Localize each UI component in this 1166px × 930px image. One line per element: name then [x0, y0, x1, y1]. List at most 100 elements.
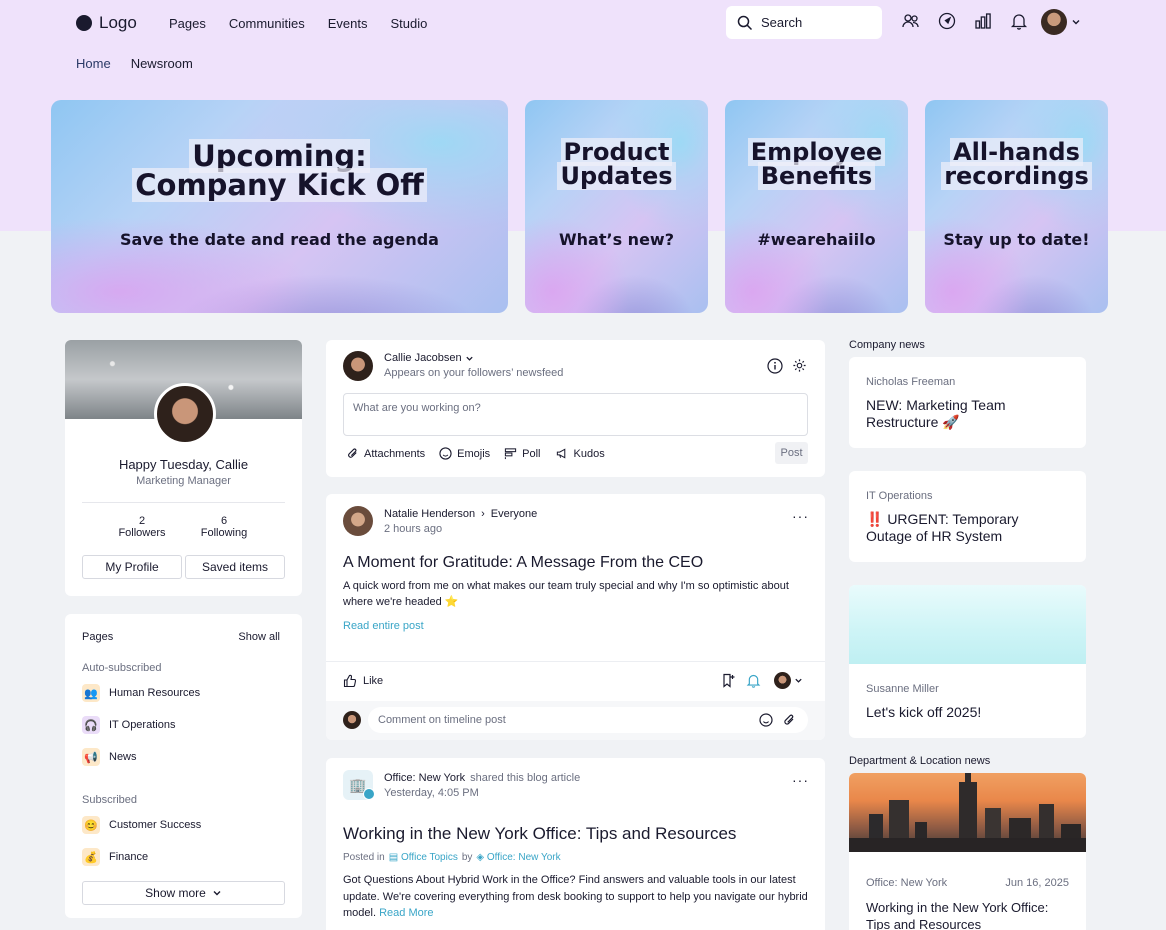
- page-item-human-resources[interactable]: 👥 Human Resources: [82, 684, 200, 702]
- news-card[interactable]: Nicholas Freeman NEW: Marketing Team Res…: [849, 357, 1086, 448]
- news-card[interactable]: Susanne Miller Let's kick off 2025!: [849, 585, 1086, 738]
- page-item-finance[interactable]: 💰 Finance: [82, 848, 148, 866]
- kudos-button[interactable]: Kudos: [555, 447, 605, 460]
- more-options-icon[interactable]: ···: [792, 508, 809, 524]
- people-icon[interactable]: [900, 10, 922, 32]
- post-time: 2 hours ago: [384, 523, 443, 535]
- gear-icon[interactable]: [792, 358, 807, 373]
- dept-news-date: Jun 16, 2025: [1005, 877, 1069, 889]
- banner-all-hands[interactable]: All-hands recordings Stay up to date!: [925, 100, 1108, 313]
- news-title: ‼️ URGENT: Temporary Outage of HR System: [866, 511, 1019, 545]
- paperclip-icon[interactable]: [782, 713, 796, 727]
- news-author: Nicholas Freeman: [866, 376, 956, 388]
- avatar: [343, 351, 373, 381]
- followers-label: Followers: [118, 527, 166, 539]
- auto-subscribed-label: Auto-subscribed: [82, 662, 162, 674]
- post-target[interactable]: Everyone: [491, 508, 537, 520]
- post-action: shared this blog article: [470, 772, 581, 784]
- read-more-link[interactable]: Read More: [379, 907, 433, 919]
- subnav-home[interactable]: Home: [76, 56, 111, 71]
- dept-news-heading: Department & Location news: [849, 755, 991, 767]
- page-item-label: News: [109, 751, 137, 763]
- post-button[interactable]: Post: [775, 442, 808, 464]
- banner-subtitle: #wearehaiilo: [757, 230, 876, 249]
- composer-author[interactable]: Callie Jacobsen: [384, 352, 474, 364]
- post-title[interactable]: Working in the New York Office: Tips and…: [343, 824, 736, 844]
- feed-post-blog: 🏢 Office: New York shared this blog arti…: [326, 758, 825, 930]
- search-input[interactable]: Search: [726, 6, 882, 39]
- composer-input[interactable]: What are you working on?: [343, 393, 808, 436]
- visibility-selector[interactable]: [774, 672, 803, 689]
- analytics-icon[interactable]: [972, 10, 994, 32]
- nav-link-pages[interactable]: Pages: [169, 16, 206, 31]
- show-all-link[interactable]: Show all: [238, 631, 280, 643]
- saved-items-button[interactable]: Saved items: [185, 555, 285, 579]
- comment-placeholder: Comment on timeline post: [378, 714, 506, 726]
- bell-icon[interactable]: [1008, 10, 1030, 32]
- post-time: Yesterday, 4:05 PM: [384, 787, 479, 799]
- post-author[interactable]: Office: New York: [384, 772, 465, 784]
- page-item-news[interactable]: 📢 News: [82, 748, 137, 766]
- attachments-button[interactable]: Attachments: [346, 447, 425, 460]
- like-button[interactable]: Like: [343, 674, 383, 688]
- pages-card: Pages Show all Auto-subscribed 👥 Human R…: [65, 614, 302, 918]
- banner-kickoff[interactable]: Upcoming: Company Kick Off Save the date …: [51, 100, 508, 313]
- post-meta: Posted in ▤ Office Topics by ◈ Office: N…: [343, 852, 561, 863]
- by-author-link[interactable]: ◈ Office: New York: [476, 852, 560, 863]
- navigation-icon[interactable]: [936, 10, 958, 32]
- dept-news-card[interactable]: Office: New York Jun 16, 2025 Working in…: [849, 773, 1086, 930]
- following-stat[interactable]: 6 Following: [194, 515, 254, 539]
- banner-title: All-hands recordings: [925, 138, 1108, 190]
- emoji-icon: [439, 447, 452, 460]
- banner-product-updates[interactable]: Product Updates What’s new?: [525, 100, 708, 313]
- avatar: [1041, 9, 1067, 35]
- news-card[interactable]: IT Operations ‼️ URGENT: Temporary Outag…: [849, 471, 1086, 562]
- banner-subtitle: What’s new?: [559, 230, 674, 249]
- dept-news-title-line: Tips and Resources: [866, 917, 982, 930]
- topic-link[interactable]: ▤ Office Topics: [389, 852, 458, 863]
- support-icon: 🎧: [82, 716, 100, 734]
- news-title-line: Outage of HR System: [866, 528, 1003, 544]
- more-options-icon[interactable]: ···: [792, 772, 809, 788]
- logo[interactable]: Logo: [76, 13, 137, 33]
- nav-link-events[interactable]: Events: [328, 16, 368, 31]
- profile-avatar[interactable]: [154, 383, 216, 445]
- banner-title: Upcoming: Company Kick Off: [51, 139, 508, 202]
- my-profile-button[interactable]: My Profile: [82, 555, 182, 579]
- divider: [82, 502, 285, 503]
- news-title: NEW: Marketing Team Restructure 🚀: [866, 397, 1006, 431]
- post-author[interactable]: Natalie Henderson: [384, 508, 475, 520]
- emojis-button[interactable]: Emojis: [439, 447, 490, 460]
- post-title[interactable]: A Moment for Gratitude: A Message From t…: [343, 554, 703, 572]
- emojis-label: Emojis: [457, 447, 491, 460]
- read-entire-post-link[interactable]: Read entire post: [343, 620, 424, 632]
- post-body: A quick word from me on what makes our t…: [343, 578, 789, 610]
- emoji-icon[interactable]: [759, 713, 773, 727]
- attachments-label: Attachments: [364, 447, 426, 460]
- page-item-customer-success[interactable]: 😊 Customer Success: [82, 816, 201, 834]
- subnav-newsroom[interactable]: Newsroom: [131, 56, 193, 71]
- news-title: Let's kick off 2025!: [866, 704, 982, 720]
- news-title-line: Restructure 🚀: [866, 414, 960, 430]
- info-icon[interactable]: [767, 358, 783, 374]
- page-item-it-operations[interactable]: 🎧 IT Operations: [82, 716, 175, 734]
- bell-icon[interactable]: [746, 673, 761, 688]
- composer-actions: Attachments Emojis Poll Kudos: [346, 447, 605, 460]
- nav-link-studio[interactable]: Studio: [390, 16, 427, 31]
- news-image: [849, 585, 1086, 664]
- comment-input[interactable]: Comment on timeline post: [368, 707, 808, 733]
- composer-audience: Appears on your followers’ newsfeed: [384, 367, 564, 379]
- thumbs-up-icon: [343, 674, 357, 688]
- poll-button[interactable]: Poll: [504, 447, 541, 460]
- user-menu[interactable]: [1041, 9, 1081, 35]
- news-title-line: ‼️ URGENT: Temporary: [866, 511, 1019, 527]
- bookmark-add-icon[interactable]: [721, 673, 736, 688]
- logo-mark: [76, 15, 92, 31]
- banner-employee-benefits[interactable]: Employee Benefits #wearehaiilo: [725, 100, 908, 313]
- nav-link-communities[interactable]: Communities: [229, 16, 305, 31]
- followers-stat[interactable]: 2 Followers: [112, 515, 172, 539]
- avatar: [343, 711, 361, 729]
- show-more-button[interactable]: Show more: [82, 881, 285, 905]
- coins-icon: 💰: [82, 848, 100, 866]
- avatar: [774, 672, 791, 689]
